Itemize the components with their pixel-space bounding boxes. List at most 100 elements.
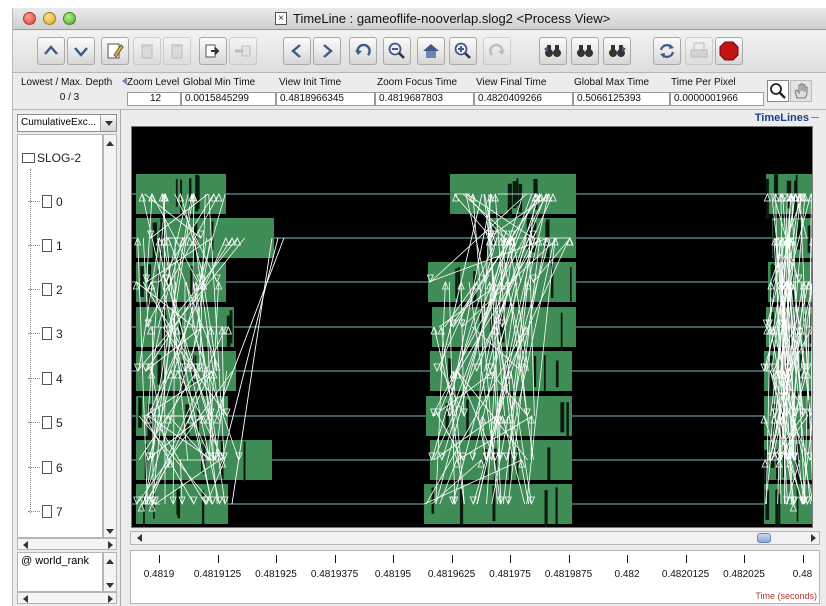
chevron-down-icon[interactable] [100,115,116,131]
zoom-out-icon [388,42,405,59]
state-separator [466,401,469,432]
axis-tick [685,555,687,563]
scroll-left-icon[interactable] [132,532,144,544]
state-separator [243,441,246,482]
zoom-level-field: 12 [127,92,181,106]
scroll-left-icon[interactable] [18,539,30,551]
state-block[interactable] [424,484,572,524]
binoculars-icon [577,45,593,57]
tree-node[interactable]: 2 [28,283,63,297]
scroll-up-icon[interactable] [104,553,116,565]
back-button[interactable] [283,37,311,65]
state-separator [795,174,798,211]
axis-tick [568,555,570,563]
state-separator [547,447,551,481]
scroll-right-icon[interactable] [807,532,819,544]
export-icon [205,44,220,58]
zoom-out-button[interactable] [383,37,411,65]
document-icon [42,283,52,296]
minimize-window-button[interactable] [43,12,56,25]
tree-node[interactable]: 1 [28,239,63,253]
document-icon [42,461,52,474]
redo-button[interactable] [483,37,511,65]
state-separator [544,490,548,527]
timeline-horizontal-scrollbar[interactable] [130,531,820,545]
document-icon [42,505,52,518]
zoom-focus-field[interactable]: 0.4819687803 [375,92,474,106]
search-backward-button[interactable] [539,37,567,65]
view-init-field[interactable]: 0.4818966345 [276,92,375,106]
tree-node[interactable]: 6 [28,461,63,475]
print-button[interactable] [685,37,713,65]
state-block[interactable] [764,484,813,524]
left-scroll-arrow-icon[interactable] [117,74,127,110]
import-icon [235,45,251,57]
undo-button[interactable] [349,37,377,65]
global-max-field: 0.5066125393 [573,92,670,106]
axis-tick-label: 0.482025 [723,569,765,580]
magnifier-icon [770,83,786,99]
depth-label: Lowest / Max. Depth [21,77,113,88]
magnify-tool-button[interactable] [767,80,789,102]
axis-tick [510,555,511,563]
search-init-button[interactable] [571,37,599,65]
forward-button[interactable] [313,37,341,65]
state-separator [570,267,572,302]
tree-root[interactable]: SLOG-2 [22,151,81,165]
tree-node[interactable]: 0 [28,195,63,209]
scroll-left-icon[interactable] [18,593,30,605]
import-button[interactable] [229,37,257,65]
chevron-right-icon [323,44,333,58]
tree-vertical-scrollbar[interactable] [103,134,117,538]
axis-tick-label: 0.482 [614,569,640,580]
view-select[interactable]: CumulativeExc... [17,114,117,132]
axis-tick-label: 0.481975 [489,569,531,580]
tree-node[interactable]: 7 [28,505,63,519]
timeline-canvas[interactable] [131,126,813,528]
hand-icon [794,83,808,99]
tree-node[interactable]: 5 [28,416,63,430]
scroll-right-icon[interactable] [104,593,116,605]
scroll-down-button[interactable] [67,37,95,65]
message-arrow [185,281,212,417]
tree-node-label: 7 [56,505,63,519]
global-min-label: Global Min Time [183,77,256,88]
legend-horizontal-scrollbar[interactable] [17,592,117,604]
scroll-up-button[interactable] [37,37,65,65]
scrollbar-thumb[interactable] [757,533,771,543]
stop-button[interactable] [715,37,743,65]
timelines-title: TimeLines [755,112,819,124]
scroll-down-icon[interactable] [104,525,116,537]
hand-tool-button[interactable] [790,80,812,102]
tree-node[interactable]: 4 [28,372,63,386]
state-separator [534,355,537,388]
scroll-up-icon[interactable] [104,135,116,147]
time-per-pixel-field: 0.0000001966 [670,92,764,106]
trash-icon [141,44,153,59]
tree-node[interactable]: 3 [28,327,63,341]
search-forward-button[interactable] [603,37,631,65]
refresh-button[interactable] [653,37,681,65]
delete-button[interactable] [133,37,161,65]
state-separator [455,268,458,299]
tree-node-label: 3 [56,327,63,341]
close-window-button[interactable] [23,12,36,25]
home-button[interactable] [417,37,445,65]
view-final-field[interactable]: 0.4820409266 [474,92,573,106]
zoom-window-button[interactable] [63,12,76,25]
state-separator [566,402,569,438]
view-init-label: View Init Time [279,77,342,88]
document-icon [42,327,52,340]
export-button[interactable] [199,37,227,65]
tree-horizontal-scrollbar[interactable] [17,538,117,550]
zoom-in-button[interactable] [449,37,477,65]
refresh-icon [659,44,675,58]
edit-button[interactable] [101,37,129,65]
axis-tick [627,555,628,563]
delete-all-button[interactable] [163,37,191,65]
scroll-right-icon[interactable] [104,539,116,551]
chevron-left-icon [291,44,301,58]
legend-vertical-scrollbar[interactable] [103,552,117,592]
state-separator [138,397,142,428]
scroll-down-icon[interactable] [104,579,116,591]
